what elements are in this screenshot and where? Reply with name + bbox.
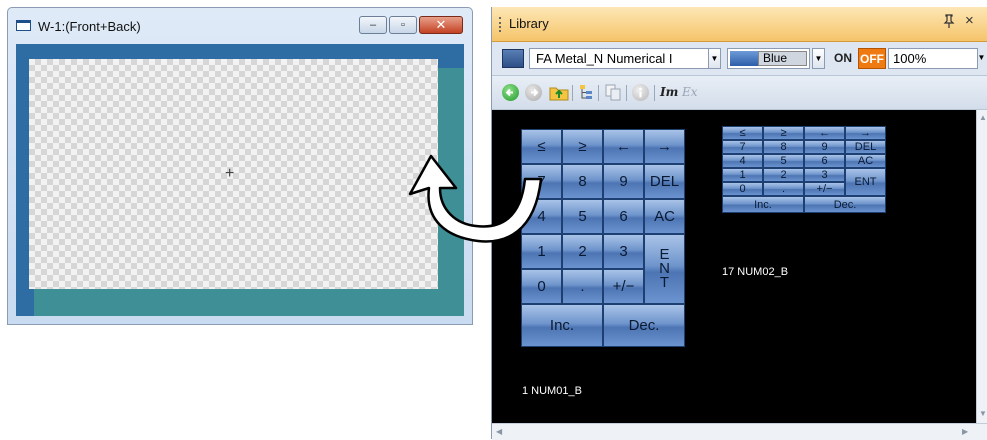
zoom-dropdown-icon[interactable]: ▼	[975, 48, 987, 69]
screen-window-titlebar[interactable]: W-1:(Front+Back) – ▫ ✕	[8, 8, 472, 42]
toolbar-separator	[572, 85, 573, 101]
screen-window-title: W-1:(Front+Back)	[38, 19, 141, 34]
color-name: Blue	[758, 51, 807, 66]
category-select[interactable]: FA Metal_N Numerical I	[529, 48, 721, 69]
on-button[interactable]: ON	[834, 48, 856, 69]
key-ent[interactable]: ENT	[845, 168, 886, 196]
category-dropdown-icon[interactable]: ▼	[708, 48, 721, 69]
key-left[interactable]: ←	[804, 126, 845, 140]
key-4[interactable]: 4	[722, 154, 763, 168]
key-dec[interactable]: Dec.	[804, 196, 886, 213]
library-options-bar: FA Metal_N Numerical I ▼ Blue ▼ ON OFF 1…	[492, 42, 987, 76]
key-left[interactable]: ←	[603, 129, 644, 164]
key-8[interactable]: 8	[562, 164, 603, 199]
back-icon[interactable]	[502, 84, 519, 101]
toolbar-separator	[654, 85, 655, 101]
key-7[interactable]: 7	[722, 140, 763, 154]
key-0[interactable]: 0	[521, 269, 562, 304]
library-close-button[interactable]: ×	[965, 12, 974, 29]
key-9[interactable]: 9	[804, 140, 845, 154]
pin-icon[interactable]	[943, 14, 955, 31]
key-inc[interactable]: Inc.	[521, 304, 603, 347]
copy-icon[interactable]	[604, 84, 622, 101]
key-dot[interactable]: .	[763, 182, 804, 196]
grip-icon[interactable]	[499, 17, 504, 32]
key-8[interactable]: 8	[763, 140, 804, 154]
maximize-button[interactable]: ▫	[389, 16, 417, 34]
key-del[interactable]: DEL	[644, 164, 685, 199]
key-0[interactable]: 0	[722, 182, 763, 196]
key-dec[interactable]: Dec.	[603, 304, 685, 347]
key-ent[interactable]: E N T	[644, 234, 685, 304]
keypad-num01-label: 1 NUM01_B	[522, 385, 582, 397]
library-toolbar: Im Ex	[492, 76, 987, 110]
screen-canvas[interactable]: +	[29, 59, 438, 289]
forward-icon[interactable]	[525, 84, 542, 101]
info-icon[interactable]	[632, 84, 649, 101]
color-dropdown-icon[interactable]: ▼	[812, 48, 825, 69]
scroll-up-icon[interactable]: ▲	[979, 113, 987, 122]
key-del[interactable]: DEL	[845, 140, 886, 154]
key-ent-letter: T	[659, 274, 670, 291]
toolbar-separator	[626, 85, 627, 101]
key-right[interactable]: →	[845, 126, 886, 140]
key-3[interactable]: 3	[603, 234, 644, 269]
library-panel: Library × FA Metal_N Numerical I ▼ Blue …	[491, 7, 987, 440]
key-ac[interactable]: AC	[845, 154, 886, 168]
key-right[interactable]: →	[644, 129, 685, 164]
scroll-down-icon[interactable]: ▼	[979, 409, 987, 418]
horizontal-scrollbar[interactable]: ◀ ▶	[492, 423, 987, 440]
im-icon[interactable]: Im	[660, 85, 678, 99]
key-7[interactable]: 7	[521, 164, 562, 199]
key-sign[interactable]: +/−	[603, 269, 644, 304]
key-6[interactable]: 6	[603, 199, 644, 234]
key-ge[interactable]: ≥	[562, 129, 603, 164]
key-inc[interactable]: Inc.	[722, 196, 804, 213]
key-1[interactable]: 1	[722, 168, 763, 182]
key-sign[interactable]: +/−	[804, 182, 845, 196]
minimize-button[interactable]: –	[359, 16, 387, 34]
key-2[interactable]: 2	[562, 234, 603, 269]
scroll-left-icon[interactable]: ◀	[496, 427, 502, 436]
key-1[interactable]: 1	[521, 234, 562, 269]
key-2[interactable]: 2	[763, 168, 804, 182]
off-button[interactable]: OFF	[858, 48, 886, 69]
toolbar-separator	[598, 85, 599, 101]
tree-icon[interactable]	[578, 84, 594, 101]
key-9[interactable]: 9	[603, 164, 644, 199]
window-icon	[16, 20, 31, 31]
key-le[interactable]: ≤	[521, 129, 562, 164]
keypad-num02-label: 17 NUM02_B	[722, 266, 789, 278]
zoom-select[interactable]: 100%	[888, 48, 978, 69]
scroll-right-icon[interactable]: ▶	[962, 427, 968, 436]
vertical-scrollbar[interactable]: ▲ ▼	[976, 110, 987, 423]
crosshair-icon: +	[225, 165, 235, 182]
key-le[interactable]: ≤	[722, 126, 763, 140]
ex-icon[interactable]: Ex	[682, 85, 698, 99]
key-3[interactable]: 3	[804, 168, 845, 182]
library-parts-area: ≤ ≥ ← → 7 8 9 DEL 4 5 6 AC 1 2 3 E N T 0…	[492, 110, 976, 423]
key-dot[interactable]: .	[562, 269, 603, 304]
library-header: Library ×	[492, 7, 987, 42]
parts-icon	[502, 49, 524, 68]
close-button[interactable]: ✕	[419, 16, 463, 34]
color-select[interactable]: Blue	[727, 48, 810, 69]
key-5[interactable]: 5	[763, 154, 804, 168]
color-swatch	[730, 51, 758, 66]
key-ge[interactable]: ≥	[763, 126, 804, 140]
key-4[interactable]: 4	[521, 199, 562, 234]
key-ac[interactable]: AC	[644, 199, 685, 234]
key-5[interactable]: 5	[562, 199, 603, 234]
key-6[interactable]: 6	[804, 154, 845, 168]
up-folder-icon[interactable]	[549, 84, 569, 101]
library-title: Library	[509, 16, 549, 31]
